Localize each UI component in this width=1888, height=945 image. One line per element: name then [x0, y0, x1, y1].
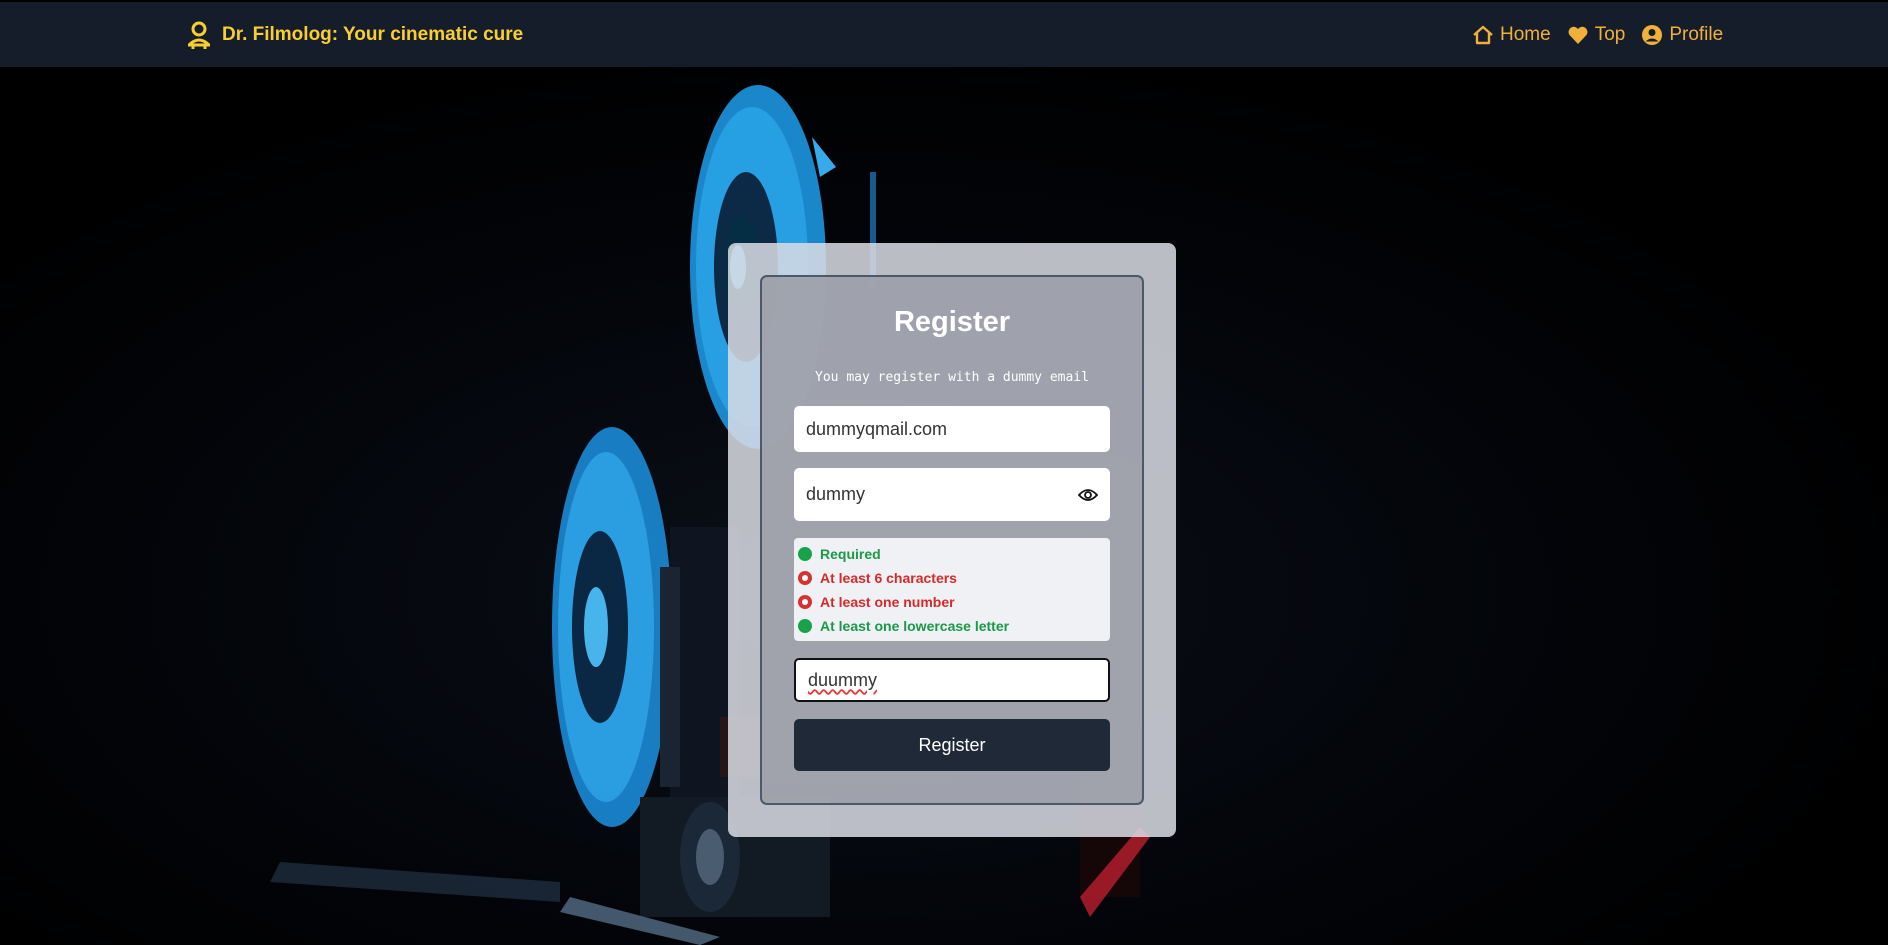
check-fail-icon — [798, 571, 812, 585]
check-ok-icon — [798, 619, 812, 633]
nav-top-label: Top — [1594, 23, 1626, 45]
top-navbar: Dr. Filmolog: Your cinematic cure Home T… — [0, 2, 1888, 67]
rule-lowercase: At least one lowercase letter — [798, 614, 1106, 638]
confirm-password-field[interactable]: duummy — [794, 658, 1110, 702]
rule-label: Required — [820, 546, 881, 562]
check-ok-icon — [798, 547, 812, 561]
rule-label: At least one lowercase letter — [820, 618, 1010, 634]
nav-home-label: Home — [1500, 23, 1551, 45]
rule-number: At least one number — [798, 590, 1106, 614]
nav-home[interactable]: Home — [1472, 24, 1551, 46]
nav-profile-label: Profile — [1669, 23, 1724, 45]
brand-title: Dr. Filmolog: Your cinematic cure — [222, 23, 524, 45]
nav-profile[interactable]: Profile — [1641, 24, 1723, 46]
nav-links: Home Top Profile — [1472, 2, 1723, 67]
rule-label: At least one number — [820, 594, 955, 610]
email-field[interactable]: dummyqmail.com — [794, 406, 1110, 452]
password-rules: Required At least 6 characters At least … — [794, 538, 1110, 641]
rule-min-length: At least 6 characters — [798, 566, 1106, 590]
password-value: dummy — [806, 484, 866, 504]
password-field[interactable]: dummy — [794, 468, 1110, 521]
form-subtitle: You may register with a dummy email — [815, 370, 1089, 385]
register-button[interactable]: Register — [794, 719, 1110, 771]
nav-top[interactable]: Top — [1567, 23, 1626, 46]
user-pin-icon — [187, 21, 211, 49]
home-icon — [1473, 25, 1493, 44]
confirm-value: duummy — [808, 669, 878, 690]
form-title: Register — [893, 306, 1011, 338]
rule-required: Required — [798, 542, 1106, 566]
check-fail-icon — [798, 595, 812, 609]
brand[interactable]: Dr. Filmolog: Your cinematic cure — [186, 2, 523, 67]
heart-icon — [1568, 26, 1588, 44]
email-value: dummyqmail.com — [806, 418, 948, 439]
user-circle-icon — [1642, 24, 1663, 45]
eye-icon[interactable] — [1078, 488, 1098, 502]
rule-label: At least 6 characters — [820, 570, 957, 586]
